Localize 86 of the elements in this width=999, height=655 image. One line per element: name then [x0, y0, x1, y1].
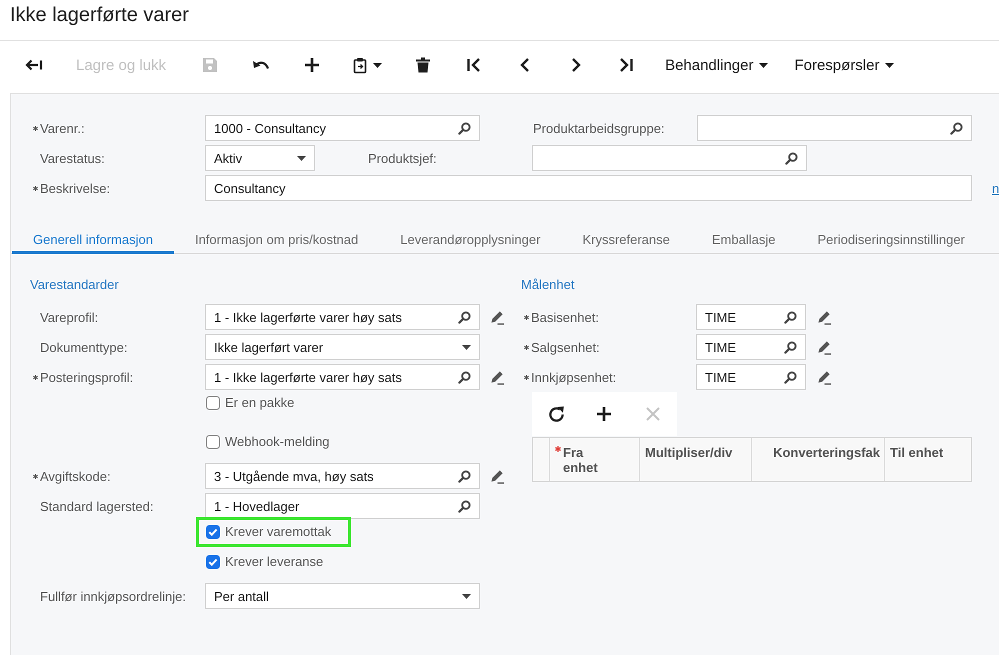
menu-button[interactable]: Behandlinger [652, 45, 782, 85]
checkbox[interactable] [206, 525, 220, 539]
pencil-icon[interactable] [490, 370, 505, 384]
search-icon[interactable] [785, 152, 798, 164]
tab[interactable]: Leverandøropplysninger [379, 222, 562, 254]
field-label: Fullfør innkjøpsordrelinje: [40, 588, 186, 604]
field-label: Basisenhet: [531, 310, 599, 324]
field-label: Produktsjef: [368, 150, 437, 166]
caret-icon [462, 594, 471, 598]
caret-icon [297, 156, 306, 160]
lookup-field[interactable] [532, 145, 807, 171]
search-icon[interactable] [784, 340, 797, 354]
search-icon[interactable] [784, 310, 797, 324]
menu-button[interactable]: Forespørsler [781, 45, 908, 85]
back-arrow-icon [25, 58, 43, 72]
link[interactable]: n [992, 180, 999, 196]
field-label: Avgiftskode: [40, 468, 111, 484]
column-header[interactable]: Konverteringsfak [752, 438, 885, 481]
tab[interactable]: Emballasje [690, 222, 796, 254]
undo-icon [252, 58, 270, 72]
checkbox-label: Krever leveranse [225, 554, 324, 570]
field-label: Vareprofil: [40, 310, 98, 324]
lookup-field[interactable]: TIME [696, 364, 806, 390]
pencil-icon[interactable] [490, 468, 505, 484]
column-header[interactable]: Fra enhet [550, 438, 640, 481]
pencil-icon[interactable] [817, 370, 832, 384]
search-icon[interactable] [458, 122, 471, 134]
checkbox[interactable] [206, 396, 220, 410]
section-title: Varestandarder [30, 276, 119, 294]
tab[interactable]: Periodiseringsinnstillinger [796, 222, 986, 254]
caret-icon [759, 62, 768, 68]
search-icon[interactable] [458, 470, 471, 482]
checkbox[interactable] [206, 435, 220, 449]
field-label: Beskrivelse: [40, 180, 110, 196]
field-label: Dokumenttype: [40, 340, 128, 354]
search-icon[interactable] [458, 500, 471, 512]
caret-icon [372, 62, 382, 68]
chevron-right-icon [570, 57, 581, 73]
field-label: Innkjøpsenhet: [531, 370, 616, 384]
search-icon[interactable] [458, 310, 471, 324]
search-icon[interactable] [458, 370, 471, 384]
column-header[interactable]: Til enhet [885, 438, 972, 481]
lookup-field[interactable]: 1 - Ikke lagerførte varer høy sats [205, 304, 480, 330]
cross-icon [644, 406, 661, 422]
lookup-field[interactable]: TIME [696, 304, 806, 330]
lookup-field[interactable]: 1 - Hovedlager [205, 493, 480, 519]
plus-icon [304, 57, 320, 73]
lookup-field[interactable]: 3 - Utgående mva, høy sats [205, 463, 480, 489]
refresh-icon [548, 406, 565, 422]
chevron-left-icon [520, 57, 530, 73]
section-title: Målenhet [521, 276, 574, 294]
pencil-icon[interactable] [490, 310, 505, 324]
tab[interactable]: Informasjon om pris/kostnad [174, 222, 380, 254]
lookup-field[interactable] [697, 115, 972, 141]
clipboard-icon [352, 56, 367, 74]
plus-icon [596, 406, 612, 422]
dropdown[interactable]: Per antall [205, 583, 480, 609]
lookup-field[interactable]: 1 - Ikke lagerførte varer høy sats [205, 364, 480, 390]
caret-icon [462, 344, 471, 350]
column-header[interactable]: Multipliser/div [640, 438, 752, 481]
caret-icon [885, 62, 894, 68]
lookup-field[interactable]: 1000 - Consultancy [205, 115, 480, 141]
tab[interactable]: Kryssreferanse [561, 222, 691, 254]
text-field[interactable]: Consultancy [205, 175, 972, 201]
checkbox-label: Er en pakke [225, 395, 294, 411]
dropdown[interactable]: Ikke lagerført varer [205, 334, 480, 360]
field-label: Varenr.: [40, 120, 85, 136]
search-icon[interactable] [784, 370, 797, 384]
last-page-icon [619, 57, 634, 73]
search-icon[interactable] [950, 122, 963, 134]
field-label: Varestatus: [40, 150, 105, 166]
dropdown[interactable]: Aktiv [205, 145, 315, 171]
field-label: Posteringsprofil: [40, 370, 134, 384]
pencil-icon[interactable] [817, 310, 832, 324]
pencil-icon[interactable] [817, 340, 832, 354]
field-label: Salgsenhet: [531, 340, 600, 354]
trash-icon [416, 57, 430, 73]
page-title: Ikke lagerførte varer [10, 3, 189, 28]
checkbox[interactable] [206, 555, 220, 569]
checkbox-label: Krever varemottak [225, 524, 332, 540]
tab[interactable]: Generell informasjon [12, 222, 174, 254]
checkbox-label: Webhook-melding [225, 434, 330, 450]
first-page-icon [466, 57, 482, 73]
field-label: Produktarbeidsgruppe: [533, 120, 665, 136]
field-label: Standard lagersted: [40, 498, 154, 514]
lookup-field[interactable]: TIME [696, 334, 806, 360]
